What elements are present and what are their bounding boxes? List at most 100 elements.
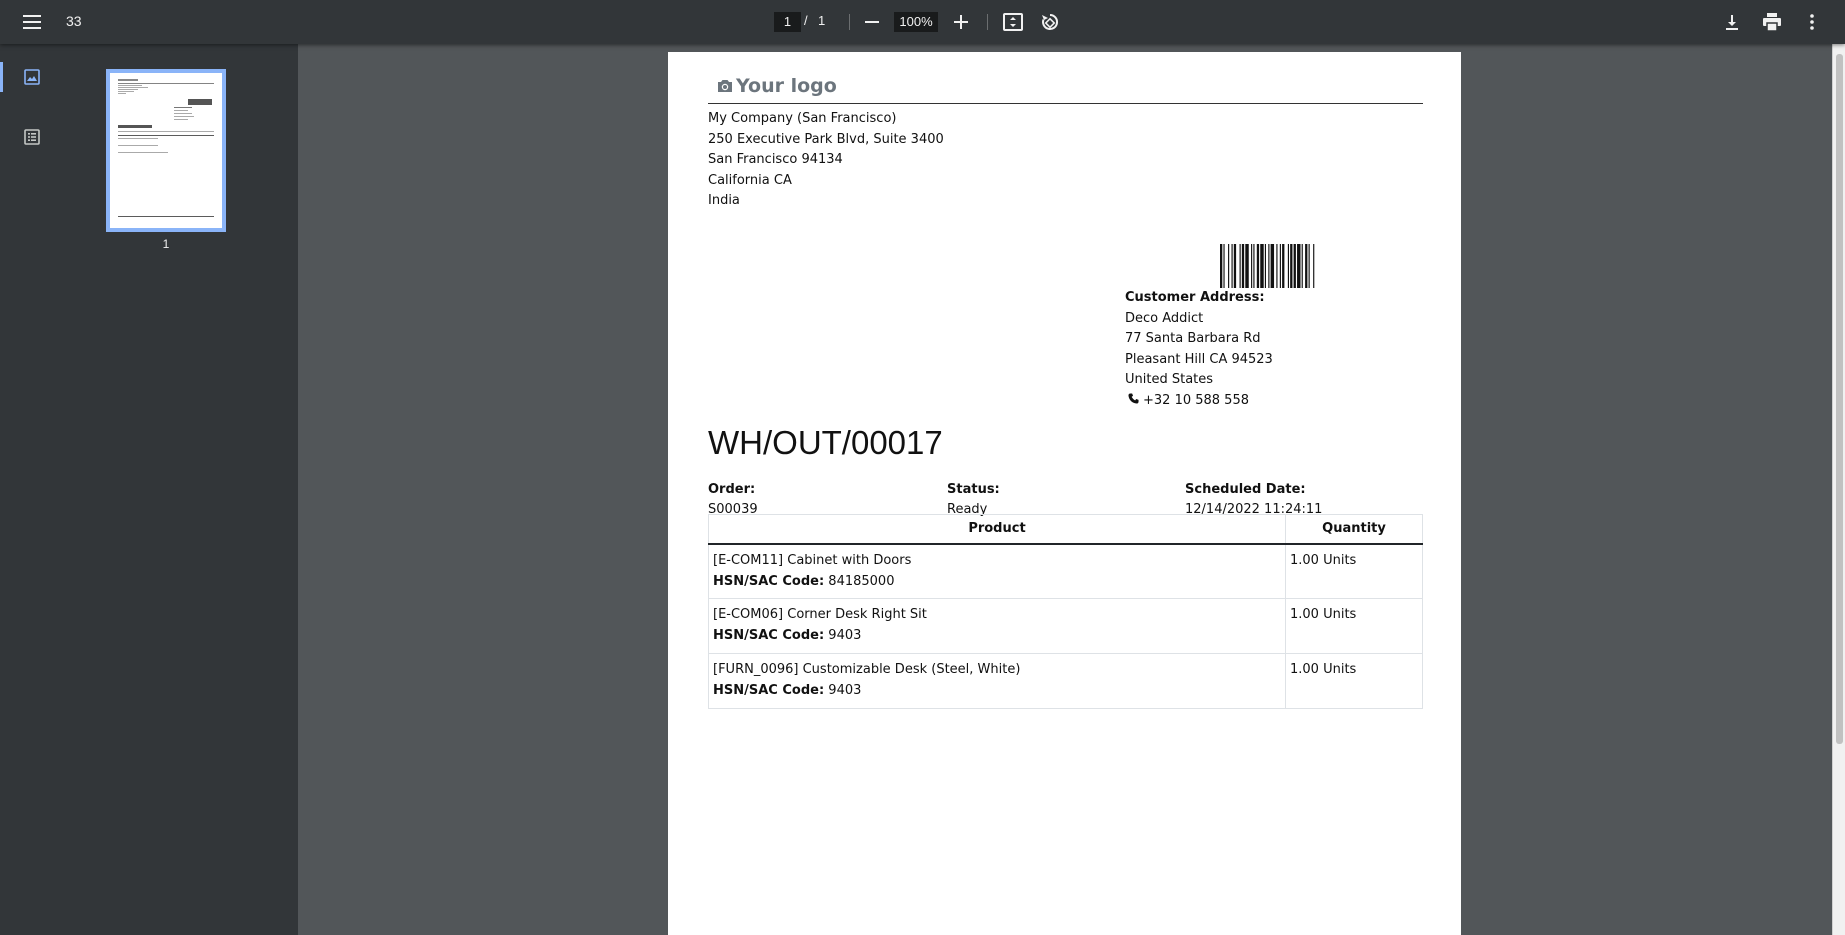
barcode-bar xyxy=(1231,244,1233,288)
quantity-cell: 1.00 Units xyxy=(1285,598,1423,654)
customer-phone: +32 10 588 558 xyxy=(1143,392,1249,408)
toolbar-divider xyxy=(849,14,850,30)
quantity-cell: 1.00 Units xyxy=(1285,543,1423,599)
customer-name: Deco Addict xyxy=(1125,310,1204,326)
document-title: 33 xyxy=(66,13,82,29)
zoom-out-button[interactable] xyxy=(856,6,888,38)
barcode-bar xyxy=(1290,244,1293,288)
product-cell: [E-COM06] Corner Desk Right Sit HSN/SAC … xyxy=(708,598,1286,654)
list-icon xyxy=(24,129,40,145)
minus-icon xyxy=(865,21,879,23)
barcode-bar xyxy=(1241,244,1245,288)
quantity-cell: 1.00 Units xyxy=(1285,653,1423,709)
customer-city: Pleasant Hill CA 94523 xyxy=(1125,351,1273,367)
table-header-row: Product Quantity xyxy=(708,514,1423,545)
rotate-button[interactable] xyxy=(1034,6,1066,38)
table-row: [E-COM11] Cabinet with Doors HSN/SAC Cod… xyxy=(708,543,1423,599)
outline-view-button[interactable] xyxy=(18,123,46,151)
customer-address: Customer Address: Deco Addict 77 Santa B… xyxy=(1125,288,1273,411)
hsn-value: 9403 xyxy=(828,683,862,698)
barcode-bar xyxy=(1276,244,1278,288)
phone-icon xyxy=(1128,392,1139,404)
toolbar-divider xyxy=(987,14,988,30)
hsn-label: HSN/SAC Code: xyxy=(713,683,825,698)
barcode-bar xyxy=(1270,244,1275,288)
hsn-label: HSN/SAC Code: xyxy=(713,573,825,589)
barcode-bar xyxy=(1282,244,1285,288)
barcode-bar xyxy=(1251,244,1253,288)
barcode-bar xyxy=(1253,244,1255,288)
pdf-viewer[interactable]: Your logo My Company (San Francisco) 250… xyxy=(298,44,1830,935)
fit-page-icon xyxy=(1003,13,1023,31)
table-row: [FURN_0096] Customizable Desk (Steel, Wh… xyxy=(708,653,1423,709)
company-logo-text: Your logo xyxy=(736,75,837,97)
zoom-in-button[interactable] xyxy=(945,6,977,38)
zoom-input[interactable] xyxy=(894,12,938,32)
barcode-bar xyxy=(1260,244,1264,288)
hsn-line: HSN/SAC Code: 84185000 xyxy=(713,571,1281,592)
company-name: My Company (San Francisco) xyxy=(708,111,897,126)
pdf-page: Your logo My Company (San Francisco) 250… xyxy=(668,52,1461,935)
customer-country: United States xyxy=(1125,372,1214,387)
plus-icon xyxy=(954,15,968,29)
download-icon xyxy=(1726,15,1738,30)
barcode-bar xyxy=(1279,244,1281,288)
company-country: India xyxy=(708,193,740,208)
company-address: My Company (San Francisco) 250 Executive… xyxy=(708,109,944,212)
page-thumbnail[interactable] xyxy=(106,69,226,232)
image-icon xyxy=(24,69,40,85)
fit-to-page-button[interactable] xyxy=(997,6,1029,38)
product-name: [FURN_0096] Customizable Desk (Steel, Wh… xyxy=(713,662,1021,677)
barcode-bar xyxy=(1223,244,1225,288)
hsn-label: HSN/SAC Code: xyxy=(713,628,825,643)
page-total: 1 xyxy=(818,13,826,28)
barcode-bar xyxy=(1268,244,1270,288)
menu-button[interactable] xyxy=(16,6,48,38)
barcode-bar xyxy=(1245,244,1249,288)
barcode-bar xyxy=(1264,244,1266,288)
hsn-value: 84185000 xyxy=(828,573,895,589)
active-indicator xyxy=(0,62,3,92)
pdf-toolbar: 33 / 1 xyxy=(0,0,1845,44)
print-button[interactable] xyxy=(1756,6,1788,38)
page-number-input[interactable] xyxy=(774,12,801,32)
barcode-bar xyxy=(1239,244,1241,288)
company-state: California CA xyxy=(708,172,792,188)
product-column-header: Product xyxy=(708,514,1286,545)
rotate-icon xyxy=(1042,13,1059,30)
barcode xyxy=(1220,244,1315,288)
table-row: [E-COM06] Corner Desk Right Sit HSN/SAC … xyxy=(708,598,1423,654)
company-street: 250 Executive Park Blvd, Suite 3400 xyxy=(708,131,944,147)
product-cell: [E-COM11] Cabinet with Doors HSN/SAC Cod… xyxy=(708,543,1286,599)
barcode-bar xyxy=(1233,244,1237,288)
more-vertical-icon xyxy=(1810,14,1814,30)
page-thumbnail-preview xyxy=(118,79,214,217)
more-options-button[interactable] xyxy=(1796,6,1828,38)
status-label: Status: xyxy=(947,482,1000,497)
customer-street: 77 Santa Barbara Rd xyxy=(1125,331,1261,346)
barcode-bar xyxy=(1256,244,1260,288)
camera-icon xyxy=(718,80,732,92)
quantity-column-header: Quantity xyxy=(1285,514,1423,545)
hsn-line: HSN/SAC Code: 9403 xyxy=(713,680,1281,701)
hsn-value: 9403 xyxy=(828,628,862,643)
product-cell: [FURN_0096] Customizable Desk (Steel, Wh… xyxy=(708,653,1286,709)
thumbnail-sidebar: 1 xyxy=(0,44,298,935)
scrollbar-thumb[interactable] xyxy=(1836,54,1843,744)
barcode-bar xyxy=(1313,244,1315,288)
download-button[interactable] xyxy=(1716,6,1748,38)
customer-phone-row: +32 10 588 558 xyxy=(1125,391,1273,412)
customer-address-label: Customer Address: xyxy=(1125,290,1265,305)
menu-icon xyxy=(23,15,41,29)
vertical-scrollbar[interactable] xyxy=(1832,44,1845,935)
logo-header: Your logo xyxy=(708,74,1423,104)
barcode-bar xyxy=(1220,244,1223,288)
thumbnail-page-number: 1 xyxy=(162,237,170,251)
barcode-bar xyxy=(1293,244,1296,288)
barcode-bar xyxy=(1308,244,1310,288)
thumbnails-view-button[interactable] xyxy=(18,63,46,91)
company-city: San Francisco 94134 xyxy=(708,152,843,167)
page-separator: / xyxy=(804,13,808,28)
delivery-reference-title: WH/OUT/00017 xyxy=(708,424,943,461)
product-name: [E-COM06] Corner Desk Right Sit xyxy=(713,607,927,622)
